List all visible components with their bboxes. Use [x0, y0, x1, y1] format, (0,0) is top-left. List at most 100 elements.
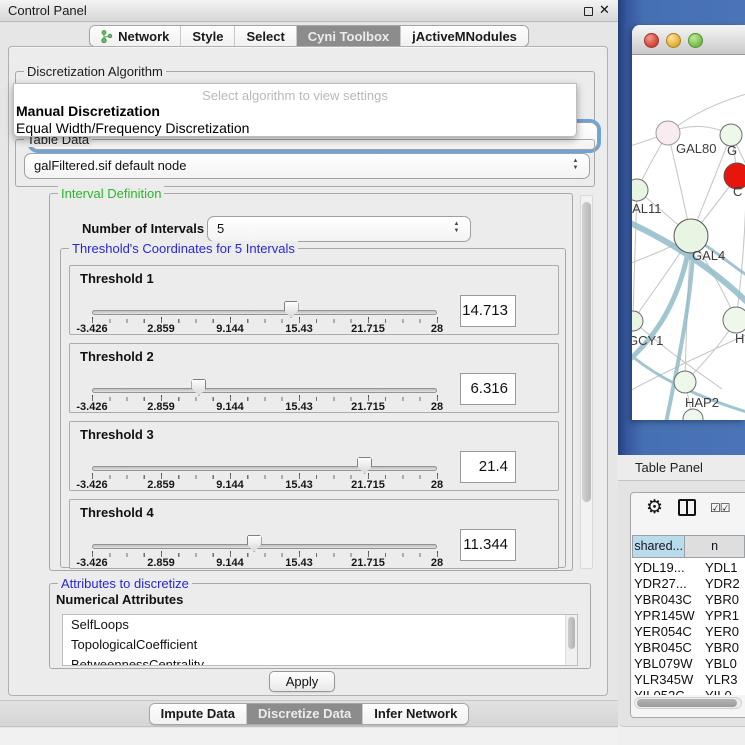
- threshold-1-slider-track[interactable]: [92, 310, 437, 315]
- table-row[interactable]: YLR345W YLR3: [632, 672, 745, 688]
- top-tab-row: Network Style Select Cyni Toolbox jActiv…: [0, 25, 618, 47]
- cell[interactable]: YBL079W: [632, 656, 703, 672]
- number-of-intervals-combo[interactable]: 5 ▲ ▼: [207, 216, 471, 242]
- gear-icon[interactable]: ⚙: [646, 496, 663, 519]
- float-window-icon[interactable]: [584, 7, 593, 16]
- cell[interactable]: YBR043C: [632, 592, 703, 608]
- threshold-1-value-field[interactable]: 14.713: [460, 295, 516, 327]
- node-right-h[interactable]: [723, 307, 745, 333]
- thresholds-group: Threshold's Coordinates for 5 Intervals …: [60, 248, 566, 568]
- table-row[interactable]: YPR145W YPR1: [632, 608, 745, 624]
- dropdown-option-equal-width[interactable]: Equal Width/Frequency Discretization: [16, 120, 249, 136]
- scale-label: 21.715: [351, 479, 385, 491]
- threshold-4-slider-track[interactable]: [92, 544, 437, 549]
- threshold-3-slider-track[interactable]: [92, 466, 437, 471]
- scale-label: -3.426: [76, 323, 107, 335]
- interval-definition-group: Interval Definition Number of Intervals …: [49, 193, 573, 571]
- checkbox-icons[interactable]: ☑☑: [710, 501, 730, 515]
- dropdown-option-manual[interactable]: Manual Discretization: [16, 103, 160, 119]
- tab-jactivemnodules[interactable]: jActiveMNodules: [400, 26, 528, 46]
- threshold-3-value-field[interactable]: 21.4: [460, 451, 516, 483]
- zoom-traffic-light[interactable]: [688, 33, 703, 48]
- threshold-1-slider-handle[interactable]: [284, 301, 299, 318]
- settings-scrollbar-thumb[interactable]: [582, 202, 591, 502]
- list-scrollbar-thumb[interactable]: [568, 617, 575, 649]
- columns-icon[interactable]: [678, 499, 696, 516]
- cell[interactable]: YDL19...: [632, 560, 703, 576]
- scale-label: 9.144: [216, 557, 244, 569]
- tab-discretize-data[interactable]: Discretize Data: [246, 704, 362, 724]
- table-row[interactable]: YER054C YER0: [632, 624, 745, 640]
- cell[interactable]: YDR2: [703, 576, 745, 592]
- tab-network[interactable]: Network: [90, 26, 180, 46]
- cell[interactable]: YIL052C: [632, 688, 703, 695]
- threshold-3-slider-handle[interactable]: [357, 457, 372, 474]
- threshold-2-value-field[interactable]: 6.316: [460, 373, 516, 405]
- threshold-4-label: Threshold 4: [80, 505, 154, 520]
- bottom-strip: [0, 728, 618, 745]
- cell[interactable]: YDL1: [703, 560, 745, 576]
- attributes-group: Attributes to discretize Numerical Attri…: [49, 583, 591, 669]
- table-panel-toolbar: ⚙ ☑☑: [632, 494, 745, 532]
- apply-button[interactable]: Apply: [269, 671, 335, 692]
- cell[interactable]: YBL0: [703, 656, 745, 672]
- combo-stepper-icon[interactable]: ▲ ▼: [452, 221, 461, 235]
- list-item[interactable]: BetweennessCentrality: [63, 655, 577, 666]
- node-label: GAL11: [632, 201, 662, 216]
- cell[interactable]: YBR0: [703, 640, 745, 656]
- cell[interactable]: YER054C: [632, 624, 703, 640]
- list-scrollbar[interactable]: [565, 615, 577, 665]
- stepper-up-icon: ▲: [454, 221, 460, 227]
- tab-select[interactable]: Select: [234, 26, 295, 46]
- list-item[interactable]: SelfLoops: [63, 615, 577, 635]
- table-horizontal-scrollbar[interactable]: [634, 697, 742, 709]
- close-traffic-light[interactable]: [644, 33, 659, 48]
- node-hap2[interactable]: [674, 371, 696, 393]
- minimize-traffic-light[interactable]: [666, 33, 681, 48]
- table-row[interactable]: YIL052C YIL0: [632, 688, 745, 695]
- numerical-attributes-list[interactable]: SelfLoops TopologicalCoefficient Between…: [62, 614, 578, 666]
- tab-infer-network-label: Infer Network: [374, 706, 457, 721]
- settings-scrollbar[interactable]: [580, 195, 593, 569]
- control-panel-titlebar: Control Panel ✕: [0, 0, 618, 22]
- table-row[interactable]: YBR043C YBR0: [632, 592, 745, 608]
- list-item[interactable]: TopologicalCoefficient: [63, 635, 577, 655]
- table-row[interactable]: YBL079W YBL0: [632, 656, 745, 672]
- combo-stepper-icon[interactable]: ▲ ▼: [571, 158, 580, 172]
- close-icon[interactable]: ✕: [599, 2, 610, 18]
- column-header-name[interactable]: n: [685, 535, 745, 558]
- table-panel-title: Table Panel: [635, 460, 703, 475]
- network-window-titlebar: [632, 25, 745, 55]
- column-header-shared[interactable]: shared...: [632, 535, 685, 558]
- cell[interactable]: YPR145W: [632, 608, 703, 624]
- cell[interactable]: YPR1: [703, 608, 745, 624]
- table-horizontal-scrollbar-thumb[interactable]: [637, 699, 737, 707]
- tab-style-label: Style: [192, 29, 223, 44]
- node-bottom[interactable]: [683, 409, 703, 420]
- cell[interactable]: YDR27...: [632, 576, 703, 592]
- cell[interactable]: YBR045C: [632, 640, 703, 656]
- table-data-combo[interactable]: galFiltered.sif default node ▲ ▼: [24, 153, 590, 179]
- threshold-2-label: Threshold 2: [80, 349, 154, 364]
- network-canvas[interactable]: GAL80 G GAL11 GAL4 GCY1 H HAP2 C: [632, 55, 745, 420]
- tab-impute-data[interactable]: Impute Data: [150, 704, 246, 724]
- scale-label: 2.859: [147, 401, 175, 413]
- tab-cyni-toolbox[interactable]: Cyni Toolbox: [296, 26, 400, 46]
- threshold-4-value-field[interactable]: 11.344: [460, 529, 516, 561]
- cell[interactable]: YLR345W: [632, 672, 703, 688]
- cell[interactable]: YLR3: [703, 672, 745, 688]
- bottom-tabset: Impute Data Discretize Data Infer Networ…: [149, 703, 470, 725]
- node-label: G: [727, 143, 737, 158]
- tab-infer-network[interactable]: Infer Network: [362, 704, 468, 724]
- threshold-2-slider-track[interactable]: [92, 388, 437, 393]
- attributes-group-label: Attributes to discretize: [58, 576, 192, 591]
- cell[interactable]: YER0: [703, 624, 745, 640]
- tab-style[interactable]: Style: [180, 26, 234, 46]
- threshold-2-slider-handle[interactable]: [191, 379, 206, 396]
- cell[interactable]: YIL0: [703, 688, 745, 695]
- table-row[interactable]: YDL19... YDL1: [632, 560, 745, 576]
- threshold-4-slider-handle[interactable]: [247, 535, 262, 552]
- table-row[interactable]: YBR045C YBR0: [632, 640, 745, 656]
- cell[interactable]: YBR0: [703, 592, 745, 608]
- table-row[interactable]: YDR27... YDR2: [632, 576, 745, 592]
